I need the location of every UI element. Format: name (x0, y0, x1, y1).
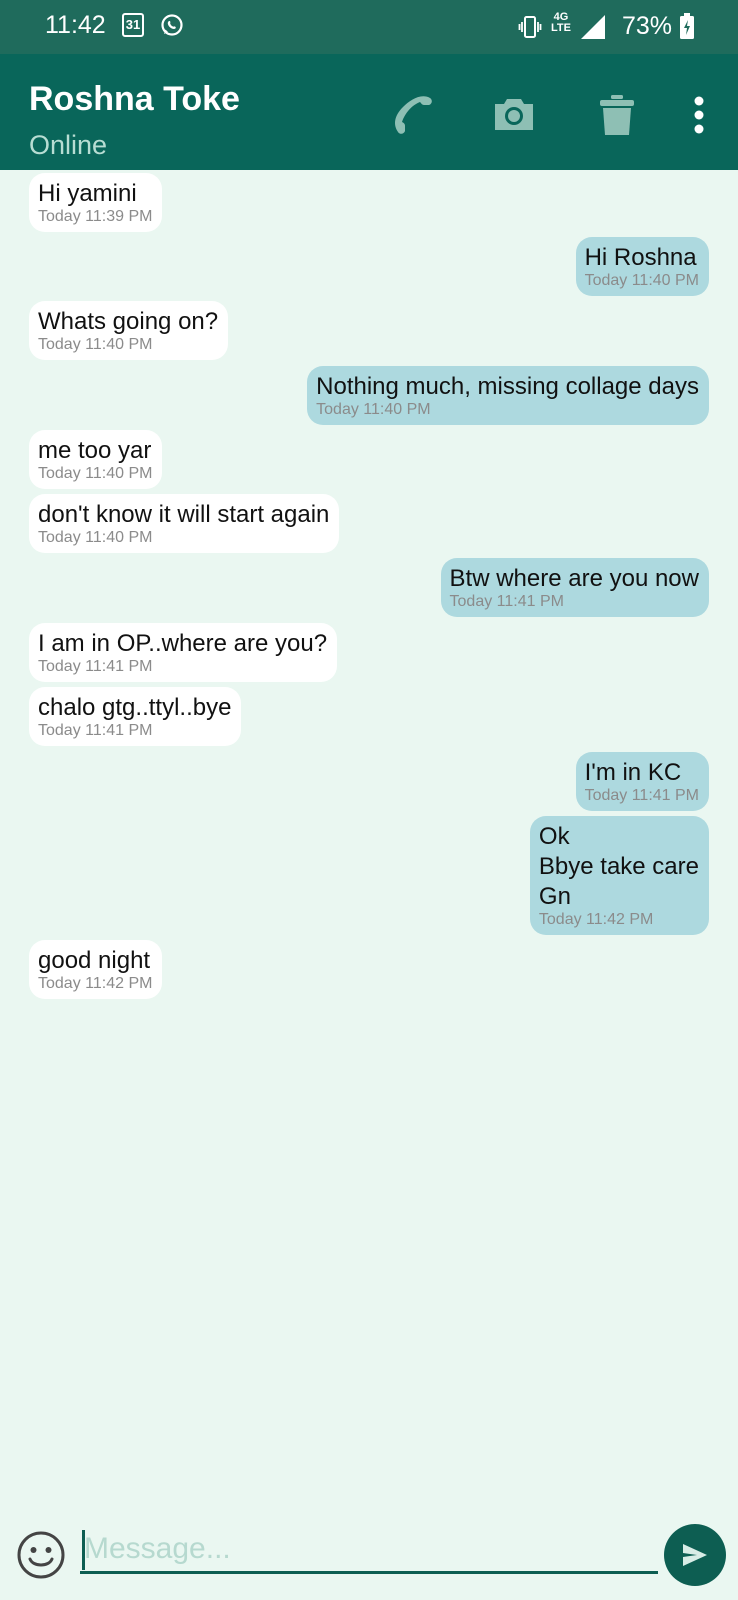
network-type: 4G LTE (551, 11, 571, 34)
message-incoming[interactable]: Whats going on? Today 11:40 PM (29, 301, 229, 360)
emoji-icon[interactable] (16, 1530, 66, 1580)
message-input[interactable] (80, 1526, 658, 1574)
message-timestamp: Today 11:40 PM (584, 272, 699, 289)
battery-percent: 73% (622, 12, 673, 40)
message-text: Hi Roshna (584, 244, 697, 271)
message-text: Nothing much, missing collage days (316, 373, 699, 400)
calendar-icon: 31 (122, 13, 144, 37)
message-text: Btw where are you now (449, 565, 699, 592)
whatsapp-icon (161, 14, 183, 36)
message-outgoing[interactable]: I'm in KC Today 11:41 PM (575, 752, 709, 811)
trash-icon[interactable] (594, 92, 640, 138)
message-incoming[interactable]: don't know it will start again Today 11:… (29, 494, 340, 553)
message-timestamp: Today 11:41 PM (449, 593, 564, 610)
more-vert-icon[interactable] (685, 92, 713, 138)
message-text: chalo gtg..ttyl..bye (38, 694, 232, 721)
message-timestamp: Today 11:41 PM (38, 658, 153, 675)
send-button[interactable] (664, 1524, 726, 1586)
status-time: 11:42 (45, 11, 106, 39)
signal-icon (581, 15, 605, 39)
message-incoming[interactable]: I am in OP..where are you? Today 11:41 P… (29, 623, 338, 682)
vibrate-icon (518, 16, 542, 38)
message-incoming[interactable]: Hi yamini Today 11:39 PM (29, 173, 163, 232)
message-incoming[interactable]: chalo gtg..ttyl..bye Today 11:41 PM (29, 687, 242, 746)
message-text: I'm in KC (584, 759, 682, 786)
text-cursor (82, 1530, 85, 1570)
message-text: don't know it will start again (38, 501, 330, 528)
send-icon (683, 1544, 707, 1566)
message-timestamp: Today 11:39 PM (38, 208, 153, 225)
message-timestamp: Today 11:41 PM (38, 722, 153, 739)
message-incoming[interactable]: good night Today 11:42 PM (29, 940, 163, 999)
camera-icon[interactable] (491, 92, 537, 138)
message-timestamp: Today 11:41 PM (584, 787, 699, 804)
call-icon[interactable] (390, 92, 436, 138)
message-timestamp: Today 11:40 PM (38, 529, 153, 546)
message-timestamp: Today 11:42 PM (38, 975, 153, 992)
message-text: Whats going on? (38, 308, 219, 335)
message-text: me too yar (38, 437, 152, 464)
message-outgoing[interactable]: Hi Roshna Today 11:40 PM (575, 237, 709, 296)
message-outgoing[interactable]: Nothing much, missing collage days Today… (307, 366, 709, 425)
battery-charging-icon (680, 13, 694, 39)
message-incoming[interactable]: me too yar Today 11:40 PM (29, 430, 163, 489)
message-list[interactable]: Hi yamini Today 11:39 PM Hi Roshna Today… (0, 170, 738, 1520)
message-text: good night (38, 947, 151, 974)
message-timestamp: Today 11:40 PM (38, 336, 153, 353)
contact-status: Online (29, 130, 108, 160)
contact-name: Roshna Toke (29, 80, 240, 118)
message-timestamp: Today 11:40 PM (38, 465, 153, 482)
message-outgoing[interactable]: Ok Bbye take care Gn Today 11:42 PM (529, 816, 709, 935)
message-timestamp: Today 11:42 PM (538, 911, 654, 928)
message-text: Hi yamini (38, 180, 137, 207)
message-timestamp: Today 11:40 PM (316, 401, 431, 418)
message-text: Ok Bbye take care Gn (538, 823, 699, 910)
message-outgoing[interactable]: Btw where are you now Today 11:41 PM (440, 558, 709, 617)
chat-header: Roshna Toke Online (0, 54, 738, 170)
status-bar: 11:42 31 4G LTE 73% (0, 0, 738, 54)
message-text: I am in OP..where are you? (38, 630, 328, 657)
